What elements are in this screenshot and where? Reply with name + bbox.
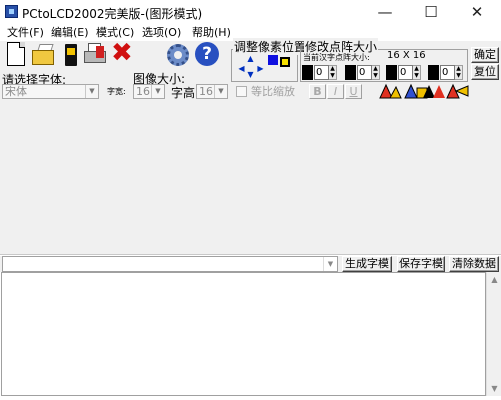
input-combo[interactable]: ▼ bbox=[2, 256, 338, 272]
pixel-grid-icon[interactable] bbox=[268, 55, 278, 65]
spinner-left-value[interactable]: 0 bbox=[314, 65, 329, 80]
char-width-value: 16 bbox=[136, 85, 150, 98]
flip-icon[interactable] bbox=[446, 83, 470, 99]
spinner-top[interactable]: 0 ▲ ▼ bbox=[345, 65, 380, 80]
scroll-up-icon[interactable]: ▲ bbox=[487, 272, 501, 287]
proportional-scale-label: 等比缩放 bbox=[251, 85, 295, 98]
window-title: PCtoLCD2002完美版-(图形模式) bbox=[22, 7, 203, 21]
chevron-down-icon[interactable]: ▼ bbox=[323, 257, 337, 271]
underline-button[interactable]: U bbox=[345, 84, 362, 99]
spinner-left[interactable]: 0 ▲ ▼ bbox=[302, 65, 337, 80]
generate-button[interactable]: 生成字模 bbox=[342, 256, 392, 272]
chevron-down-icon[interactable]: ▼ bbox=[214, 85, 227, 98]
color-tool-icon[interactable] bbox=[378, 83, 402, 99]
save-font-button[interactable]: 保存字模 bbox=[397, 256, 445, 272]
italic-button[interactable]: I bbox=[327, 84, 344, 99]
delete-icon[interactable]: ✖ bbox=[110, 39, 136, 71]
char-height-select[interactable]: 16 ▼ bbox=[196, 84, 228, 99]
pixel-select-icon[interactable] bbox=[280, 57, 290, 67]
clear-button[interactable]: 清除数据 bbox=[449, 256, 499, 272]
bottom-bar: ▼ 生成字模 保存字模 清除数据 bbox=[0, 256, 501, 272]
new-file-icon[interactable] bbox=[4, 41, 30, 71]
shrink-top-icon bbox=[345, 65, 356, 80]
shrink-right-icon bbox=[386, 65, 397, 80]
font-select[interactable]: 宋体 ▼ bbox=[2, 84, 99, 99]
bold-button[interactable]: B bbox=[309, 84, 326, 99]
help-icon[interactable]: ? bbox=[194, 41, 220, 71]
char-height-value: 16 bbox=[199, 85, 213, 98]
spinner-right-value[interactable]: 0 bbox=[398, 65, 413, 80]
spinner-bottom-value[interactable]: 0 bbox=[440, 65, 455, 80]
shrink-left-icon bbox=[302, 65, 313, 80]
restore-button[interactable]: 复位 bbox=[471, 64, 499, 80]
confirm-button[interactable]: 确定 bbox=[471, 47, 499, 63]
current-matrix-label: 当前汉字点阵大小: bbox=[303, 53, 370, 62]
char-width-select[interactable]: 16 ▼ bbox=[133, 84, 165, 99]
close-button[interactable]: ✕ bbox=[454, 0, 500, 25]
vertical-scrollbar[interactable]: ▲ ▼ bbox=[486, 272, 501, 396]
toolbar-area: ✖ ? 调整像素位置 ▲ ◀ ▶ ▼ 修改点阵大小 当前汉字点阵大小: 16 X… bbox=[0, 38, 501, 254]
menu-options[interactable]: 选项(O) bbox=[142, 25, 181, 41]
print-icon[interactable] bbox=[82, 41, 108, 71]
chevron-down-icon[interactable]: ▼ bbox=[151, 85, 164, 98]
pixel-adjust-title: 调整像素位置 bbox=[233, 38, 308, 55]
proportional-scale-checkbox[interactable] bbox=[236, 86, 247, 97]
maximize-button[interactable]: ☐ bbox=[408, 0, 454, 25]
current-matrix-value: 16 X 16 bbox=[387, 50, 426, 61]
char-height-label: 字高 bbox=[171, 86, 196, 100]
move-down-icon[interactable]: ▼ bbox=[246, 69, 255, 81]
app-icon bbox=[5, 5, 18, 18]
title-bar: PCtoLCD2002完美版-(图形模式) — ☐ ✕ bbox=[0, 0, 501, 25]
move-right-icon[interactable]: ▶ bbox=[256, 63, 265, 75]
scroll-down-icon[interactable]: ▼ bbox=[487, 381, 501, 396]
chevron-down-icon[interactable]: ▼ bbox=[85, 85, 98, 98]
move-left-icon[interactable]: ◀ bbox=[237, 63, 246, 75]
spinner-right[interactable]: 0 ▲ ▼ bbox=[386, 65, 421, 80]
open-folder-icon[interactable] bbox=[30, 41, 56, 71]
minimize-button[interactable]: — bbox=[362, 0, 408, 25]
menu-help[interactable]: 帮助(H) bbox=[192, 25, 231, 41]
mirror-icon[interactable] bbox=[422, 83, 446, 99]
menu-edit[interactable]: 编辑(E) bbox=[51, 25, 89, 41]
font-select-value: 宋体 bbox=[5, 85, 27, 98]
char-width-label: 字宽: bbox=[107, 87, 126, 96]
output-textarea[interactable] bbox=[1, 272, 486, 396]
spinner-top-value[interactable]: 0 bbox=[357, 65, 372, 80]
move-up-icon[interactable]: ▲ bbox=[246, 53, 255, 65]
menu-file[interactable]: 文件(F) bbox=[7, 25, 44, 41]
spinner-bottom[interactable]: 0 ▲ ▼ bbox=[428, 65, 463, 80]
settings-gear-icon[interactable] bbox=[165, 41, 191, 71]
save-icon[interactable] bbox=[58, 41, 84, 71]
shrink-bottom-icon bbox=[428, 65, 439, 80]
